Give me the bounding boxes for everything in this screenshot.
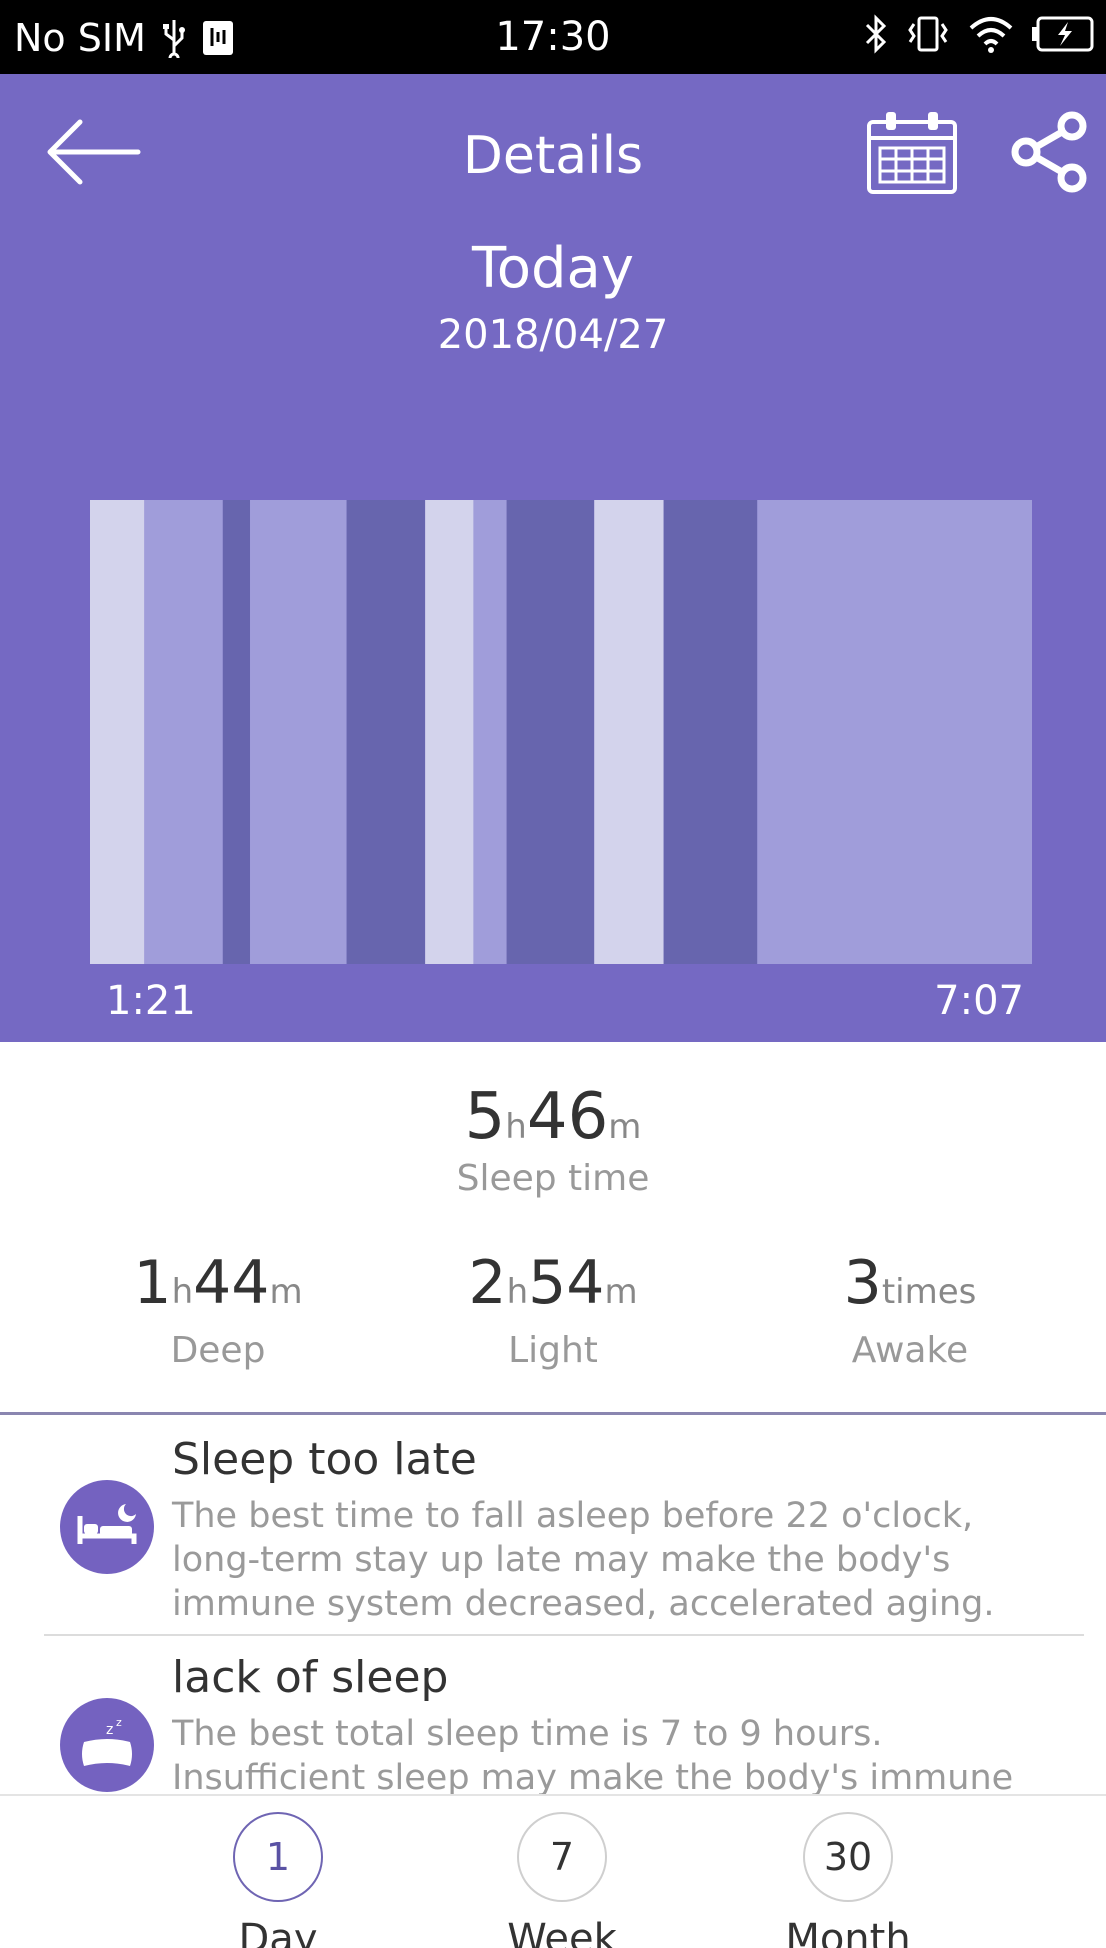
battery-charging-icon <box>1032 16 1094 52</box>
awake-stat: 3times Awake <box>760 1248 1060 1371</box>
light-minutes-unit: m <box>604 1272 638 1312</box>
deep-hours-unit: h <box>171 1272 194 1312</box>
vibrate-icon <box>908 16 948 52</box>
awake-count: 3 <box>843 1248 882 1318</box>
period-week-circle[interactable]: 7 <box>517 1812 607 1902</box>
svg-text:z: z <box>106 1722 113 1738</box>
total-hours-unit: h <box>505 1107 527 1147</box>
share-icon[interactable] <box>1010 110 1090 194</box>
deep-label: Deep <box>170 1330 266 1371</box>
sleep-segment-light <box>473 500 507 964</box>
period-selector: 1 Day 7 Week 30 Month <box>0 1794 1106 1948</box>
tip-body: The best time to fall asleep before 22 o… <box>172 1496 995 1624</box>
light-stat: 2h54m Light <box>403 1248 703 1371</box>
light-minutes: 54 <box>528 1248 605 1318</box>
day-label: Today <box>472 236 634 301</box>
total-minutes-unit: m <box>608 1107 642 1147</box>
deep-minutes-unit: m <box>269 1272 303 1312</box>
tip-separator <box>44 1634 1084 1636</box>
period-day-circle[interactable]: 1 <box>233 1812 323 1902</box>
date-label: 2018/04/27 <box>437 312 669 358</box>
tip-body: The best total sleep time is 7 to 9 hour… <box>172 1714 1014 1794</box>
calendar-icon[interactable] <box>866 110 958 196</box>
light-hours: 2 <box>468 1248 507 1318</box>
status-right <box>864 14 1094 54</box>
deep-hours: 1 <box>133 1248 172 1318</box>
total-minutes: 46 <box>526 1080 609 1154</box>
sleep-segment-deep <box>506 500 595 964</box>
awake-unit: times <box>881 1272 977 1312</box>
chart-start-time: 1:21 <box>106 978 196 1024</box>
period-day-label: Day <box>238 1916 318 1948</box>
wifi-icon <box>969 17 1013 53</box>
status-bar: No SIM 17:30 <box>0 0 1106 74</box>
chart-end-time: 7:07 <box>934 978 1024 1024</box>
deep-stat: 1h44m Deep <box>68 1248 368 1371</box>
period-month-circle[interactable]: 30 <box>803 1812 893 1902</box>
sleep-segment-deep <box>222 500 251 964</box>
total-hours: 5 <box>464 1080 506 1154</box>
sleep-segment-deep <box>346 500 426 964</box>
sleep-segment-awake <box>425 500 474 964</box>
period-day-tab[interactable]: 1 Day <box>128 1812 428 1948</box>
bed-moon-icon <box>60 1480 154 1574</box>
sleep-segment-light <box>250 500 347 964</box>
period-month-label: Month <box>785 1916 911 1948</box>
period-week-tab[interactable]: 7 Week <box>412 1812 712 1948</box>
sleep-segment-awake <box>594 500 664 964</box>
tip-title: Sleep too late <box>172 1434 477 1485</box>
sleep-segment-deep <box>663 500 758 964</box>
sleep-stage-chart <box>90 500 1032 964</box>
tip-title: lack of sleep <box>172 1652 449 1703</box>
svg-text:z: z <box>116 1716 122 1729</box>
sleep-segment-light <box>757 500 1032 964</box>
light-hours-unit: h <box>506 1272 529 1312</box>
header: Details Today 2018/04/27 1:21 7:07 <box>0 74 1106 1042</box>
awake-label: Awake <box>851 1330 969 1371</box>
sleep-segment-awake <box>90 500 145 964</box>
pillow-zzz-icon: z z <box>60 1698 154 1792</box>
summary-divider <box>0 1412 1106 1415</box>
period-week-label: Week <box>507 1916 617 1948</box>
bluetooth-icon <box>865 14 887 54</box>
light-label: Light <box>508 1330 598 1371</box>
period-month-tab[interactable]: 30 Month <box>698 1812 998 1948</box>
sleep-segment-light <box>144 500 223 964</box>
total-sleep-value: 5h46m <box>0 1080 1106 1154</box>
deep-minutes: 44 <box>193 1248 270 1318</box>
total-sleep-label: Sleep time <box>456 1158 650 1199</box>
